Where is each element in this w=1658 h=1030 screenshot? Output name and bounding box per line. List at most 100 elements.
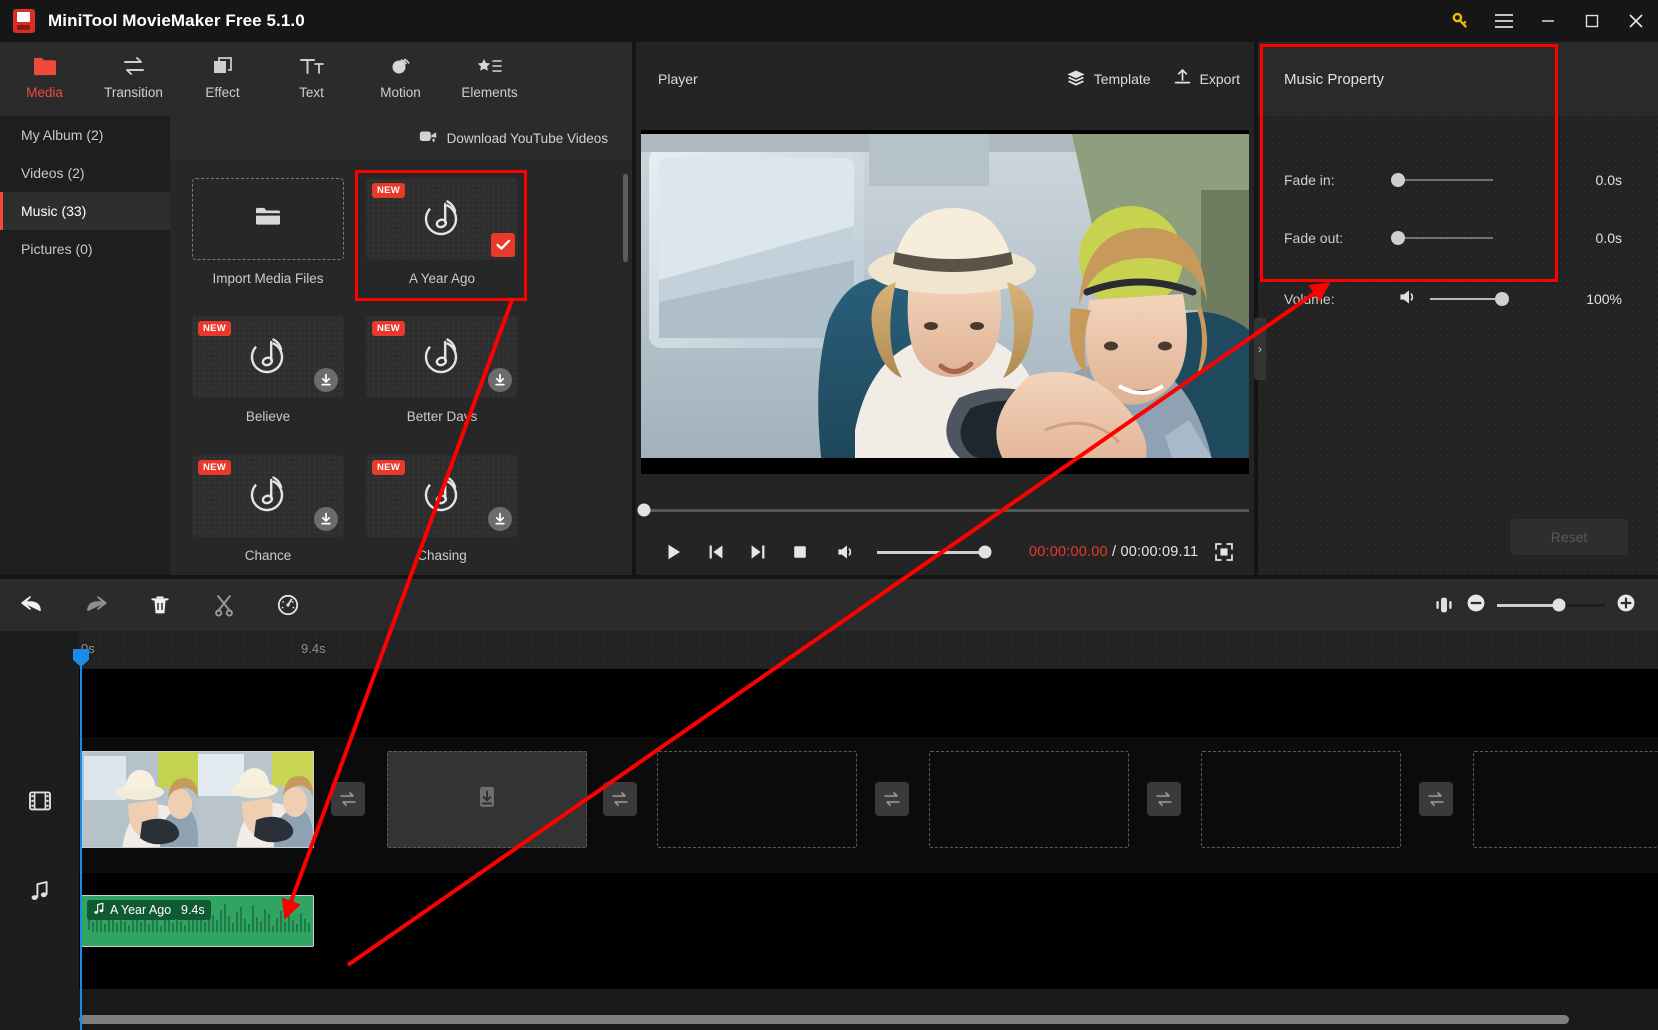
player-seek-bar[interactable] — [637, 500, 1249, 520]
transition-slot-button-3[interactable] — [875, 782, 909, 816]
download-icon[interactable] — [314, 506, 338, 531]
export-button[interactable]: Export — [1173, 68, 1240, 90]
music-property-title: Music Property — [1258, 42, 1658, 116]
download-icon[interactable] — [488, 368, 512, 393]
volume-track[interactable] — [877, 545, 992, 559]
speed-icon[interactable] — [256, 579, 320, 631]
media-scrollbar[interactable] — [623, 174, 628, 262]
key-icon[interactable] — [1438, 0, 1482, 42]
media-item-a-year-ago[interactable]: NEW A Year Ago — [366, 178, 518, 298]
player-controls: 00:00:00.00 / 00:00:09.11 — [641, 530, 1249, 574]
media-item-thumb[interactable]: NEW — [366, 316, 518, 399]
media-item-thumb[interactable]: NEW — [192, 454, 344, 537]
hamburger-menu-icon[interactable] — [1482, 0, 1526, 42]
tab-transition[interactable]: Transition — [89, 50, 178, 100]
zoom-in-button[interactable] — [1616, 593, 1636, 618]
media-slot-1[interactable] — [387, 751, 587, 848]
playhead[interactable] — [73, 649, 89, 1030]
fade-in-knob[interactable] — [1391, 173, 1405, 187]
sidebar-item-music[interactable]: Music (33) — [0, 192, 170, 230]
timeline-horizontal-scrollbar[interactable] — [79, 1015, 1635, 1024]
sidebar-item-label: My Album (2) — [21, 127, 104, 143]
download-icon[interactable] — [314, 368, 338, 393]
minimize-button[interactable] — [1526, 0, 1570, 42]
media-item-thumb[interactable]: NEW — [366, 454, 518, 537]
media-item-believe[interactable]: NEW Believe — [192, 316, 344, 436]
next-frame-button[interactable] — [737, 531, 779, 573]
tab-media[interactable]: Media — [0, 50, 89, 100]
reset-button[interactable]: Reset — [1510, 519, 1628, 555]
video-clip[interactable] — [81, 751, 314, 848]
music-note-icon — [245, 332, 291, 383]
youtube-download-icon — [419, 129, 438, 147]
volume-property-slider[interactable] — [1430, 292, 1509, 306]
previous-frame-button[interactable] — [695, 531, 737, 573]
panel-collapse-handle[interactable]: › — [1254, 318, 1266, 380]
undo-icon[interactable] — [0, 579, 64, 631]
media-slot-5[interactable] — [1473, 751, 1658, 848]
zoom-slider-fill — [1497, 603, 1559, 607]
transition-slot-button-4[interactable] — [1147, 782, 1181, 816]
close-button[interactable] — [1614, 0, 1658, 42]
speaker-icon[interactable] — [825, 531, 867, 573]
play-button[interactable] — [653, 531, 695, 573]
slot-download-icon[interactable] — [475, 784, 499, 815]
tab-elements[interactable]: Elements — [445, 50, 534, 100]
transition-slot-button-1[interactable] — [331, 782, 365, 816]
video-preview[interactable] — [641, 130, 1249, 474]
sidebar-item-videos[interactable]: Videos (2) — [0, 154, 170, 192]
maximize-button[interactable] — [1570, 0, 1614, 42]
fade-out-knob[interactable] — [1391, 231, 1405, 245]
volume-speaker-icon[interactable] — [1398, 288, 1418, 311]
media-slot-2[interactable] — [657, 751, 857, 848]
seek-track[interactable] — [637, 503, 1249, 517]
import-media-cell[interactable]: Import Media Files — [192, 178, 344, 298]
track-row-subtitle[interactable] — [79, 669, 1658, 737]
tab-label: Motion — [380, 85, 421, 100]
player-volume[interactable] — [825, 531, 992, 573]
timeline: 0s 9.4s A Year Ago 9.4s — [0, 631, 1658, 1030]
fit-timeline-icon[interactable] — [1422, 579, 1466, 631]
transition-slot-button-2[interactable] — [603, 782, 637, 816]
track-row-music[interactable]: A Year Ago 9.4s — [79, 873, 1658, 989]
media-item-chance[interactable]: NEW Chance — [192, 454, 344, 575]
zoom-slider[interactable] — [1497, 598, 1605, 612]
volume-knob[interactable] — [978, 545, 992, 559]
seek-knob[interactable] — [637, 503, 651, 517]
media-item-better-days[interactable]: NEW Better Days — [366, 316, 518, 436]
sidebar-item-pictures[interactable]: Pictures (0) — [0, 230, 170, 268]
fade-in-slider[interactable] — [1391, 173, 1493, 187]
media-item-chasing[interactable]: NEW Chasing — [366, 454, 518, 575]
download-youtube-videos-button[interactable]: Download YouTube Videos — [170, 116, 632, 160]
scrollbar-thumb[interactable] — [79, 1015, 1569, 1024]
zoom-slider-knob[interactable] — [1552, 598, 1566, 612]
selected-check-icon[interactable] — [491, 233, 515, 257]
fullscreen-button[interactable] — [1214, 542, 1234, 562]
media-slot-3[interactable] — [929, 751, 1129, 848]
volume-property-knob[interactable] — [1495, 292, 1509, 306]
media-item-thumb[interactable]: NEW — [366, 178, 518, 260]
timeline-ruler[interactable]: 0s 9.4s — [79, 631, 1658, 669]
media-slot-4[interactable] — [1201, 751, 1401, 848]
split-icon[interactable] — [192, 579, 256, 631]
transition-slot-button-5[interactable] — [1419, 782, 1453, 816]
total-time: 00:00:09.11 — [1120, 544, 1199, 560]
tab-motion[interactable]: Motion — [356, 50, 445, 100]
import-media-thumb[interactable] — [192, 178, 344, 260]
delete-icon[interactable] — [128, 579, 192, 631]
music-clip[interactable]: A Year Ago 9.4s — [81, 895, 314, 947]
track-row-video[interactable] — [79, 737, 1658, 873]
stop-button[interactable] — [779, 531, 821, 573]
tab-text[interactable]: Text — [267, 50, 356, 100]
download-icon[interactable] — [488, 506, 512, 531]
sidebar-item-my-album[interactable]: My Album (2) — [0, 116, 170, 154]
redo-icon[interactable] — [64, 579, 128, 631]
tab-effect[interactable]: Effect — [178, 50, 267, 100]
folder-icon — [32, 54, 58, 78]
export-upload-icon — [1173, 68, 1192, 90]
zoom-out-button[interactable] — [1466, 593, 1486, 618]
fade-out-slider[interactable] — [1391, 231, 1493, 245]
template-button[interactable]: Template — [1066, 69, 1151, 90]
media-item-thumb[interactable]: NEW — [192, 316, 344, 399]
volume-row: Volume: 100% — [1258, 279, 1658, 319]
